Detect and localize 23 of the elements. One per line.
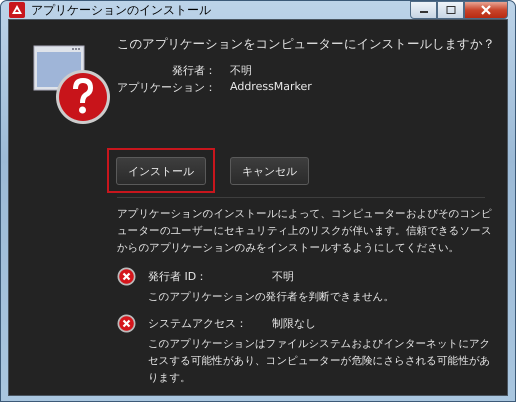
close-icon — [480, 5, 492, 15]
error-icon — [117, 314, 136, 333]
detail-label: 発行者： — [171, 63, 216, 78]
risk-label: システムアクセス： — [148, 316, 248, 332]
minimize-button[interactable] — [410, 1, 437, 19]
install-button[interactable]: インストール — [116, 157, 206, 185]
app-logo-icon — [9, 2, 25, 18]
close-button[interactable] — [464, 1, 508, 19]
detail-label: アプリケーション： — [117, 80, 216, 95]
detail-value: 不明 — [230, 63, 253, 78]
maximize-button[interactable] — [437, 1, 464, 19]
window-title: アプリケーションのインストール — [31, 2, 211, 18]
question-heading: このアプリケーションをコンピューターにインストールしますか？ — [117, 36, 496, 53]
risk-value: 制限なし — [272, 316, 316, 332]
risk-description: このアプリケーションはファイルシステムおよびインターネットにアクセスする可能性があり、コンピューターが危険にさらされる可能性があります。 — [148, 337, 492, 386]
detail-value: AddressMarker — [230, 80, 312, 95]
warning-text: アプリケーションのインストールによって、コンピューターおよびそのコンピューターのユーザーにセキュリティ上のリスクが伴います。信頼できるソースからのアプリケーションのみをインストールするようにしてください。 — [117, 207, 493, 256]
risk-label: 発行者 ID： — [148, 269, 208, 285]
error-icon — [117, 267, 136, 286]
cancel-button[interactable]: キャンセル — [230, 157, 309, 185]
maximize-icon — [446, 6, 456, 14]
risk-value: 不明 — [272, 269, 294, 285]
risk-description: このアプリケーションの発行者を判断できません。 — [148, 290, 396, 305]
